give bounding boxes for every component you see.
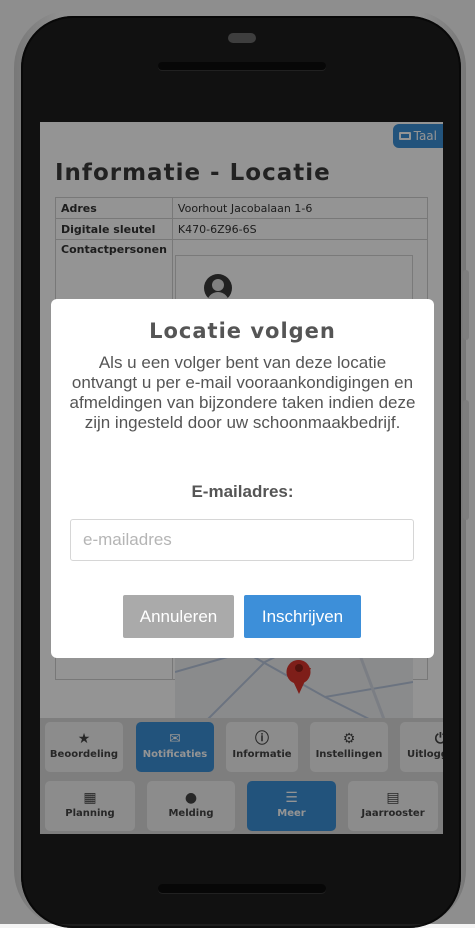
dialog-description: Als u een volger bent van deze locatie o… bbox=[69, 353, 416, 432]
email-input[interactable] bbox=[70, 519, 414, 561]
email-label: E-mailadres: bbox=[191, 482, 294, 501]
cancel-button[interactable]: Annuleren bbox=[123, 595, 234, 638]
subscribe-button[interactable]: Inschrijven bbox=[244, 595, 361, 638]
dialog-title: Locatie volgen bbox=[149, 319, 336, 343]
follow-location-dialog: Locatie volgen Als u een volger bent van… bbox=[51, 299, 434, 658]
